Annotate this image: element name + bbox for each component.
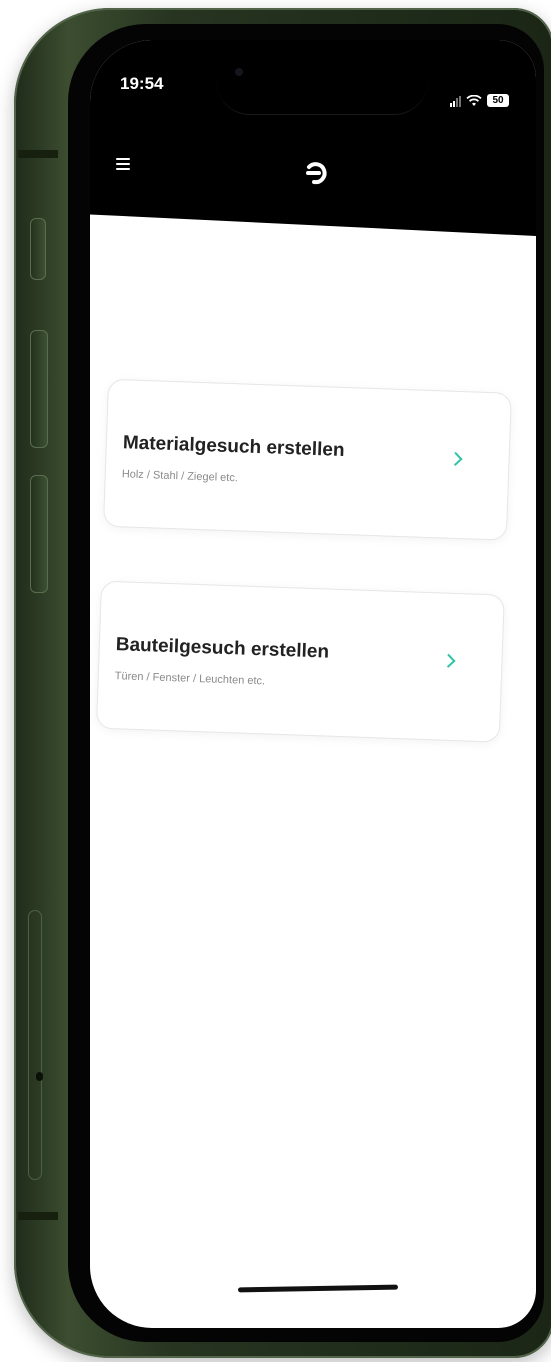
hamburger-menu-icon[interactable] [116,158,130,170]
chevron-right-icon [448,451,463,466]
front-camera [235,68,243,76]
card-title: Bauteilgesuch erstellen [115,634,330,663]
sim-eject-hole [36,1072,43,1081]
status-icons: 50 [450,94,509,107]
battery-indicator: 50 [487,94,509,107]
chevron-right-icon [441,653,456,668]
wifi-icon [466,95,482,106]
phone-screen: 19:54 50 Materialgesuch erstellen Holz /… [90,40,536,1328]
notch [216,40,428,115]
app-logo-icon[interactable] [302,158,332,188]
card-subtitle: Holz / Stahl / Ziegel etc. [121,468,239,485]
create-component-request-card[interactable]: Bauteilgesuch erstellen Türen / Fenster … [95,580,505,743]
sim-tray [28,910,42,1180]
silent-switch [30,218,46,280]
antenna-band [18,1212,58,1220]
home-indicator[interactable] [237,1284,399,1293]
card-subtitle: Türen / Fenster / Leuchten etc. [114,670,266,688]
card-title: Materialgesuch erstellen [122,432,345,462]
volume-up-button [30,330,48,448]
antenna-band [18,150,58,158]
cellular-signal-icon [450,96,461,107]
status-time: 19:54 [120,74,164,93]
create-material-request-card[interactable]: Materialgesuch erstellen Holz / Stahl / … [102,378,512,541]
volume-down-button [30,475,48,593]
